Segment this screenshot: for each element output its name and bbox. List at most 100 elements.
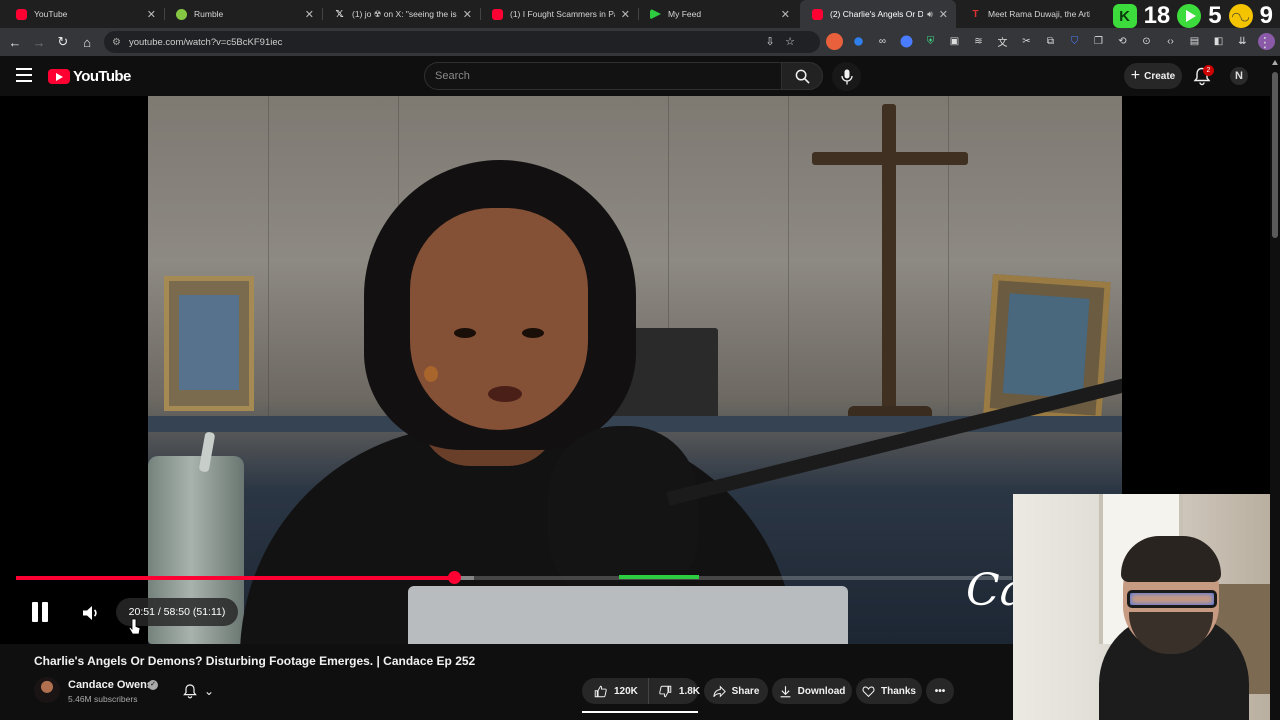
browser-tab-title: My Feed	[668, 9, 702, 19]
side-panel-icon[interactable]: ◧	[1210, 33, 1227, 50]
rumble-play-icon	[1177, 4, 1202, 28]
search-placeholder: Search	[435, 70, 470, 82]
shield-blue-extension-icon[interactable]: ⛉	[1066, 33, 1083, 50]
youtube-favicon-icon	[16, 8, 27, 20]
close-tab-icon[interactable]: ✕	[781, 8, 790, 21]
home-icon[interactable]: ⌂	[75, 30, 99, 54]
wall-panel-line	[268, 96, 269, 426]
subscriber-count: 5.46M subscribers	[68, 694, 138, 704]
channel-watermark[interactable]: Car	[966, 556, 1014, 626]
streamer-webcam: L	[1013, 494, 1280, 720]
close-tab-icon[interactable]: ✕	[939, 8, 948, 21]
share-arrow-icon	[712, 684, 726, 698]
browser-tab-active[interactable]: (2) Charlie's Angels Or Dem 🔊︎ ✕	[800, 0, 956, 28]
browser-tab[interactable]: Rumble ✕	[164, 0, 322, 28]
tools-extension-icon[interactable]: ✂	[1018, 33, 1035, 50]
host-mouth	[488, 386, 522, 402]
history-icon[interactable]: ⟲	[1114, 33, 1131, 50]
download-label: Download	[797, 685, 846, 697]
search-input[interactable]: Search	[424, 62, 782, 90]
thumbs-down-icon	[659, 685, 672, 697]
guide-menu-icon[interactable]	[16, 68, 32, 82]
mouse-pointer-icon	[128, 618, 141, 635]
voice-search-button[interactable]	[832, 62, 861, 91]
close-tab-icon[interactable]: ✕	[147, 8, 156, 21]
code-icon[interactable]: ‹›	[1162, 33, 1179, 50]
like-button[interactable]: 120K	[582, 678, 649, 704]
close-tab-icon[interactable]: ✕	[463, 8, 472, 21]
account-avatar[interactable]: N	[1230, 67, 1248, 85]
thanks-button[interactable]: Thanks	[856, 678, 922, 704]
copy-extension-icon[interactable]: ❐	[1090, 33, 1107, 50]
back-arrow-icon[interactable]: ←	[3, 30, 27, 54]
youtube-masthead: YouTube Search + Create 2 N	[0, 56, 1280, 96]
youtube-favicon-icon	[812, 8, 823, 20]
volume-icon[interactable]	[80, 603, 100, 623]
pause-button[interactable]	[30, 602, 50, 622]
page-scrollbar[interactable]	[1270, 56, 1280, 720]
forward-arrow-icon[interactable]: →	[27, 30, 51, 54]
extension-icon[interactable]	[900, 35, 913, 48]
browser-tab[interactable]: T Meet Rama Duwaji, the Artist	[958, 0, 1098, 28]
site-settings-icon[interactable]: ⚙︎	[112, 37, 121, 48]
scrollbar-thumb[interactable]	[1272, 72, 1278, 238]
notification-count-badge: 2	[1203, 65, 1214, 76]
close-tab-icon[interactable]: ✕	[621, 8, 630, 21]
address-bar[interactable]: ⚙︎ youtube.com/watch?v=c5BcKF91iec ⇩ ☆	[104, 31, 820, 53]
kick-counter: 18	[1143, 2, 1171, 29]
create-button[interactable]: + Create	[1124, 63, 1182, 89]
feed-favicon-icon	[650, 8, 661, 20]
browser-tab[interactable]: My Feed ✕	[638, 0, 798, 28]
url-text: youtube.com/watch?v=c5BcKF91iec	[128, 36, 283, 48]
like-dislike-group: 120K 1.8K	[582, 678, 700, 704]
install-app-icon[interactable]: ⇩	[762, 35, 778, 48]
reload-icon[interactable]: ↻	[51, 30, 75, 54]
thumbs-up-icon	[594, 685, 607, 697]
subscription-notifications-button[interactable]: ⌄	[172, 678, 224, 704]
browser-tab[interactable]: YouTube ✕	[4, 0, 164, 28]
extension-icon[interactable]	[854, 37, 863, 46]
glasses-extension-icon[interactable]: ∞	[874, 33, 891, 50]
reading-list-icon[interactable]: ▤	[1186, 33, 1203, 50]
browser-tab-title: Meet Rama Duwaji, the Artist	[988, 9, 1090, 19]
wave-extension-icon[interactable]: ≋	[970, 33, 987, 50]
browser-tab[interactable]: 𝕏 (1) jo ☢ on X: "seeing the islam ✕	[322, 0, 480, 28]
dislike-button[interactable]: 1.8K	[649, 678, 708, 704]
t-favicon-icon: T	[972, 8, 979, 20]
rumble-favicon-icon	[176, 8, 187, 20]
like-ratio-underline	[582, 711, 698, 713]
channel-avatar[interactable]	[34, 677, 60, 703]
viewer-counter: 9	[1259, 2, 1273, 29]
progress-scrubber[interactable]	[447, 571, 461, 584]
browser-tab-title: (2) Charlie's Angels Or Dem	[830, 9, 924, 19]
speaker-icon[interactable]: 🔊︎	[927, 9, 933, 20]
browser-tab[interactable]: (1) I Fought Scammers in Paris ✕	[480, 0, 638, 28]
search-button[interactable]	[781, 62, 823, 90]
host-eye-left	[454, 328, 476, 338]
share-button[interactable]: Share	[704, 678, 768, 704]
window-extension-icon[interactable]: ▣	[946, 33, 963, 50]
close-tab-icon[interactable]: ✕	[305, 8, 314, 21]
search-icon	[795, 69, 810, 84]
browser-menu-icon[interactable]: ⋮	[1258, 34, 1272, 51]
video-title: Charlie's Angels Or Demons? Disturbing F…	[34, 654, 476, 668]
browser-tab-title: YouTube	[34, 9, 68, 19]
camera-extension-icon[interactable]: ⊙	[1138, 33, 1155, 50]
bookmark-star-icon[interactable]: ☆	[782, 35, 798, 48]
time-text: 20:51 / 58:50 (51:11)	[128, 606, 226, 618]
scroll-up-arrow-icon[interactable]	[1272, 60, 1278, 65]
puzzle-extensions-icon[interactable]: ⧉	[1042, 33, 1059, 50]
extension-icon[interactable]	[826, 33, 843, 50]
shield-extension-icon[interactable]: ⛨	[922, 33, 939, 50]
download-button[interactable]: Download	[772, 678, 852, 704]
download-manager-icon[interactable]: ⇊	[1234, 33, 1251, 50]
streamer-glasses	[1127, 590, 1217, 608]
translate-extension-icon[interactable]: 文	[994, 33, 1011, 50]
more-actions-button[interactable]: •••	[926, 678, 954, 704]
browser-toolbar: ← → ↻ ⌂ ⚙︎ youtube.com/watch?v=c5BcKF91i…	[0, 28, 1280, 56]
youtube-logo-text: YouTube	[73, 68, 131, 85]
thanks-heart-dollar-icon	[862, 686, 875, 697]
youtube-logo[interactable]: YouTube	[48, 68, 131, 85]
channel-name[interactable]: Candace Owens	[68, 679, 153, 691]
progress-bar[interactable]	[16, 571, 1012, 584]
